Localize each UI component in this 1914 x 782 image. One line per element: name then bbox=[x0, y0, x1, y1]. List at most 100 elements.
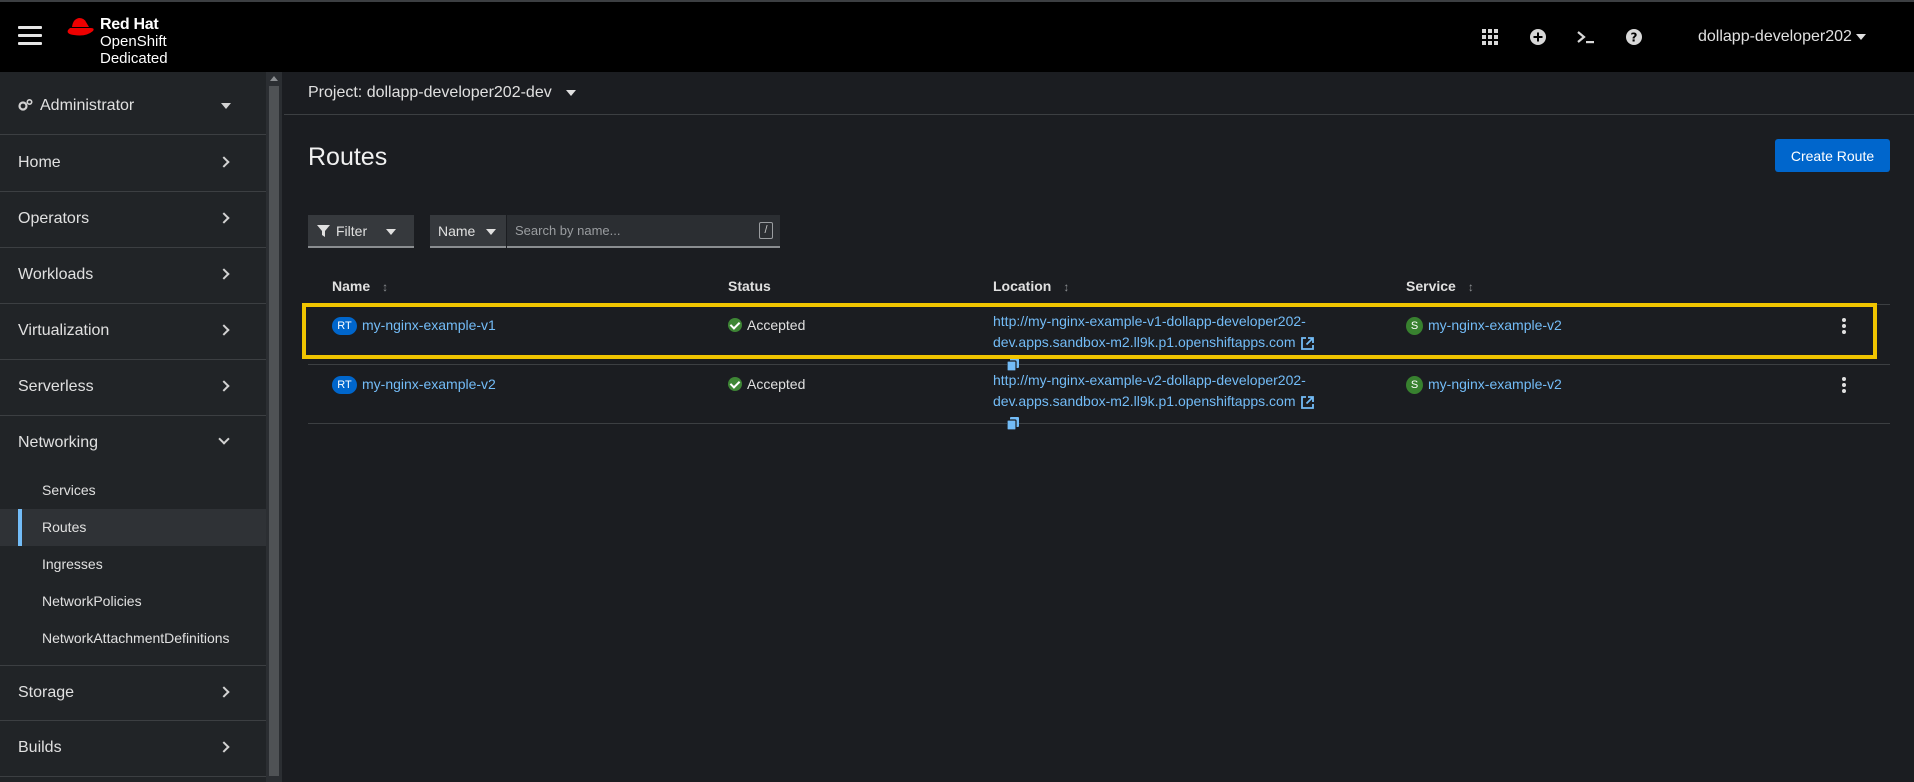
chevron-right-icon bbox=[218, 156, 230, 168]
location-link-line1[interactable]: http://my-nginx-example-v2-dollapp-devel… bbox=[993, 372, 1306, 388]
nav-item-routes[interactable]: Routes bbox=[0, 509, 266, 546]
create-route-button[interactable]: Create Route bbox=[1775, 139, 1890, 172]
nav-section-home[interactable]: Home bbox=[0, 136, 266, 192]
column-header-service[interactable]: Service ↕ bbox=[1406, 278, 1474, 294]
sidebar: Administrator Home Operators Workloads V… bbox=[0, 72, 266, 782]
nav-section-builds[interactable]: Builds bbox=[0, 721, 266, 777]
filter-caret-icon bbox=[386, 229, 396, 235]
table-row: RT my-nginx-example-v1 Accepted http://my… bbox=[308, 306, 1890, 371]
apps-grid-icon[interactable] bbox=[1479, 26, 1501, 48]
sort-icon[interactable]: ↕ bbox=[1468, 280, 1474, 294]
nav-section-storage[interactable]: Storage bbox=[0, 665, 266, 721]
location-link-line2[interactable]: dev.apps.sandbox-m2.ll9k.p1.openshiftapp… bbox=[993, 334, 1295, 350]
column-header-name[interactable]: Name ↕ bbox=[332, 278, 388, 294]
search-shortcut-hint: / bbox=[759, 222, 773, 239]
route-name-cell: RT my-nginx-example-v1 bbox=[332, 317, 496, 336]
chevron-right-icon bbox=[218, 741, 230, 753]
nav-section-label: Workloads bbox=[18, 266, 94, 283]
hamburger-menu-icon[interactable] bbox=[18, 26, 42, 46]
name-select-label: Name bbox=[438, 223, 476, 239]
nav-item-label: Services bbox=[42, 482, 96, 498]
brand-line1: Red Hat bbox=[100, 16, 159, 33]
nav-item-networkattachmentdefinitions[interactable]: NetworkAttachmentDefinitions bbox=[0, 620, 266, 657]
route-name-link[interactable]: my-nginx-example-v2 bbox=[362, 376, 496, 392]
scrollbar-thumb[interactable] bbox=[269, 86, 279, 776]
nav-item-networkpolicies[interactable]: NetworkPolicies bbox=[0, 583, 266, 620]
nav-item-ingresses[interactable]: Ingresses bbox=[0, 546, 266, 583]
nav-item-services[interactable]: Services bbox=[0, 472, 266, 509]
project-bar: Project: dollapp-developer202-dev bbox=[284, 72, 1914, 115]
nav-section-label: Serverless bbox=[18, 378, 94, 395]
brand-line3: Dedicated bbox=[100, 50, 168, 67]
external-link-icon[interactable] bbox=[1301, 395, 1315, 409]
search-field: / bbox=[507, 215, 780, 248]
kebab-menu-icon[interactable] bbox=[1840, 377, 1848, 395]
column-header-label: Name bbox=[332, 278, 371, 294]
route-badge: RT bbox=[332, 376, 357, 395]
external-link-icon[interactable] bbox=[1301, 336, 1315, 350]
nav-section-label: Home bbox=[18, 154, 61, 171]
plus-circle-icon[interactable] bbox=[1527, 26, 1549, 48]
scroll-up-arrow-icon[interactable] bbox=[270, 76, 278, 81]
terminal-icon[interactable] bbox=[1575, 26, 1597, 48]
name-filter-select[interactable]: Name bbox=[430, 215, 506, 248]
copy-icon[interactable] bbox=[1007, 416, 1019, 430]
user-menu[interactable]: dollapp-developer202 bbox=[1698, 28, 1866, 46]
perspective-caret-icon bbox=[221, 103, 231, 109]
status-text: Accepted bbox=[747, 317, 806, 333]
filter-icon bbox=[317, 225, 330, 237]
brand-logo[interactable]: Red Hat OpenShift Dedicated bbox=[62, 12, 192, 67]
perspective-switcher[interactable]: Administrator bbox=[0, 72, 266, 135]
nav-section-networking[interactable]: Networking bbox=[0, 416, 266, 472]
nav-item-label: Ingresses bbox=[42, 556, 103, 572]
project-selector[interactable]: Project: dollapp-developer202-dev bbox=[308, 84, 576, 102]
chevron-right-icon bbox=[218, 212, 230, 224]
perspective-label: Administrator bbox=[40, 97, 135, 114]
svg-text:?: ? bbox=[1631, 31, 1638, 45]
brand-line2: OpenShift bbox=[100, 33, 167, 50]
nav-section-label: Virtualization bbox=[18, 322, 110, 339]
service-link[interactable]: my-nginx-example-v2 bbox=[1428, 317, 1562, 333]
name-select-caret-icon bbox=[486, 229, 496, 235]
project-label: Project: dollapp-developer202-dev bbox=[308, 84, 552, 101]
nav-section-label: Networking bbox=[18, 434, 99, 451]
nav-item-label: Routes bbox=[42, 519, 87, 535]
column-header-location[interactable]: Location ↕ bbox=[993, 278, 1069, 294]
kebab-menu-icon[interactable] bbox=[1840, 318, 1848, 336]
status-cell: Accepted bbox=[728, 317, 805, 333]
column-header-label: Location bbox=[993, 278, 1052, 294]
nav-section-serverless[interactable]: Serverless bbox=[0, 360, 266, 416]
location-link-line1[interactable]: http://my-nginx-example-v1-dollapp-devel… bbox=[993, 313, 1306, 329]
route-badge: RT bbox=[332, 317, 357, 336]
sidebar-scrollbar[interactable] bbox=[266, 72, 282, 782]
nav-section-workloads[interactable]: Workloads bbox=[0, 248, 266, 304]
sort-icon[interactable]: ↕ bbox=[382, 280, 388, 294]
user-name: dollapp-developer202 bbox=[1698, 28, 1852, 45]
check-circle-icon bbox=[728, 377, 742, 392]
route-name-link[interactable]: my-nginx-example-v1 bbox=[362, 317, 496, 333]
sort-icon[interactable]: ↕ bbox=[1063, 280, 1069, 294]
status-text: Accepted bbox=[747, 376, 806, 392]
check-circle-icon bbox=[728, 318, 742, 333]
nav-section-label: Builds bbox=[18, 739, 62, 756]
nav-section-virtualization[interactable]: Virtualization bbox=[0, 304, 266, 360]
masthead: Red Hat OpenShift Dedicated ? dollapp-de… bbox=[0, 0, 1914, 72]
service-cell: Smy-nginx-example-v2 bbox=[1406, 317, 1562, 336]
filter-dropdown[interactable]: Filter bbox=[308, 215, 414, 248]
status-cell: Accepted bbox=[728, 376, 805, 392]
chevron-right-icon bbox=[218, 268, 230, 280]
red-hat-logo-icon bbox=[67, 18, 94, 36]
nav-section-operators[interactable]: Operators bbox=[0, 192, 266, 248]
search-input[interactable] bbox=[507, 215, 747, 246]
location-link-line2[interactable]: dev.apps.sandbox-m2.ll9k.p1.openshiftapp… bbox=[993, 393, 1295, 409]
service-badge: S bbox=[1406, 317, 1423, 336]
chevron-right-icon bbox=[218, 686, 230, 698]
nav-item-label: NetworkPolicies bbox=[42, 593, 142, 609]
location-cell: http://my-nginx-example-v2-dollapp-devel… bbox=[993, 370, 1333, 433]
service-link[interactable]: my-nginx-example-v2 bbox=[1428, 376, 1562, 392]
user-menu-caret-icon bbox=[1855, 33, 1866, 40]
column-header-label: Status bbox=[728, 278, 771, 294]
help-icon[interactable]: ? bbox=[1623, 26, 1645, 48]
table-header: Name ↕ Status Location ↕ Service ↕ bbox=[308, 275, 1890, 305]
chevron-right-icon bbox=[218, 324, 230, 336]
